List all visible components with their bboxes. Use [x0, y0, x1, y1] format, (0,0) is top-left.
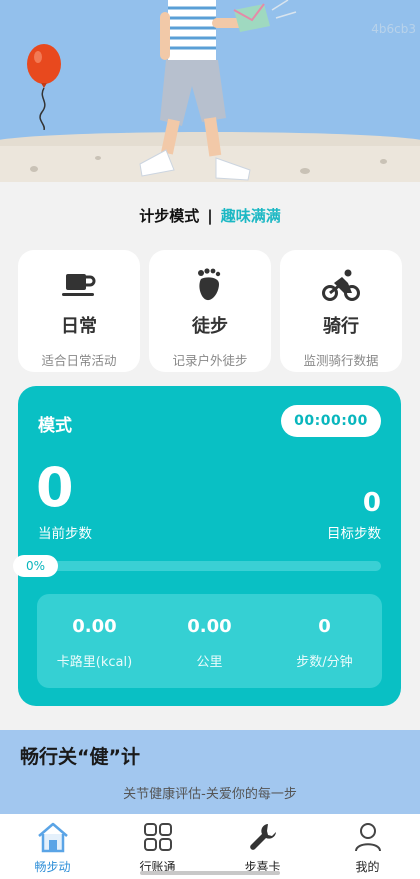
mode-title: 骑行	[323, 316, 359, 337]
distance-metric: 0.00 公里	[152, 594, 267, 688]
mode-card-daily[interactable]: 日常 适合日常活动	[18, 250, 140, 372]
wrench-icon	[247, 820, 279, 854]
distance-label: 公里	[196, 655, 223, 670]
cadence-value: 0	[318, 616, 331, 637]
mode-title: 日常	[61, 316, 97, 337]
coffee-cup-icon	[60, 268, 98, 302]
watermark: 4b6cb3	[371, 22, 416, 36]
cadence-metric: 0 步数/分钟	[267, 594, 382, 688]
timer-button[interactable]: 00:00:00	[281, 405, 381, 437]
metrics-box: 0.00 卡路里(kcal) 0.00 公里 0 步数/分钟	[37, 594, 382, 688]
cadence-label: 步数/分钟	[296, 655, 353, 670]
user-icon	[353, 820, 383, 854]
health-title: 畅行关“健”计	[20, 746, 140, 768]
distance-value: 0.00	[187, 616, 232, 637]
mode-label: 模式	[38, 416, 72, 436]
goal-steps-value: 0	[362, 488, 381, 518]
pebble	[30, 166, 38, 172]
current-steps-label: 当前步数	[38, 526, 92, 542]
mode-card-cycling[interactable]: 骑行 监测骑行数据	[280, 250, 402, 372]
mode-subtitle: 适合日常活动	[41, 353, 117, 368]
calories-metric: 0.00 卡路里(kcal)	[37, 594, 152, 688]
progress-track	[18, 561, 381, 571]
tab-label: 我的	[355, 860, 380, 874]
tab-profile[interactable]: 我的	[315, 814, 420, 879]
grid-icon	[143, 820, 173, 854]
mode-title: 徒步	[192, 316, 228, 337]
bottom-tab-bar: 畅步动 行账通 步喜卡 我的	[0, 814, 420, 879]
mode-cards: 日常 适合日常活动 徒步 记录户外徒步 骑行 监测骑行数据	[18, 250, 402, 372]
progress-badge: 0%	[13, 555, 58, 577]
current-steps-value: 0	[36, 456, 74, 519]
walking-person-illustration	[130, 0, 320, 182]
pebble	[95, 156, 101, 160]
hero-banner: 4b6cb3	[0, 0, 420, 182]
mode-subtitle: 记录户外徒步	[172, 353, 248, 368]
stats-panel: 模式 00:00:00 0 当前步数 0 目标步数 0% 0.00 卡路里(kc…	[13, 386, 401, 706]
separator: |	[207, 207, 213, 225]
tab-home[interactable]: 畅步动	[0, 814, 105, 879]
balloon-icon	[22, 40, 72, 131]
home-icon	[36, 820, 70, 854]
step-mode-label: 计步模式	[139, 207, 200, 225]
tab-card[interactable]: 步喜卡	[210, 814, 315, 879]
home-indicator	[140, 871, 280, 875]
pebble	[380, 159, 387, 164]
fun-label: 趣味满满	[220, 207, 281, 225]
tab-label: 畅步动	[34, 860, 71, 874]
mode-subtitle: 监测骑行数据	[303, 353, 379, 368]
calories-value: 0.00	[72, 616, 117, 637]
cyclist-icon	[322, 268, 360, 302]
mode-header: 计步模式 | 趣味满满	[0, 205, 420, 226]
tab-account[interactable]: 行账通	[105, 814, 210, 879]
goal-steps-label: 目标步数	[327, 526, 381, 542]
health-subtitle: 关节健康评估-关爱你的每一步	[123, 787, 297, 802]
calories-label: 卡路里(kcal)	[56, 655, 133, 670]
footprint-icon	[195, 268, 225, 302]
health-banner[interactable]: 畅行关“健”计 关节健康评估-关爱你的每一步	[0, 730, 420, 814]
mode-card-hiking[interactable]: 徒步 记录户外徒步	[149, 250, 271, 372]
